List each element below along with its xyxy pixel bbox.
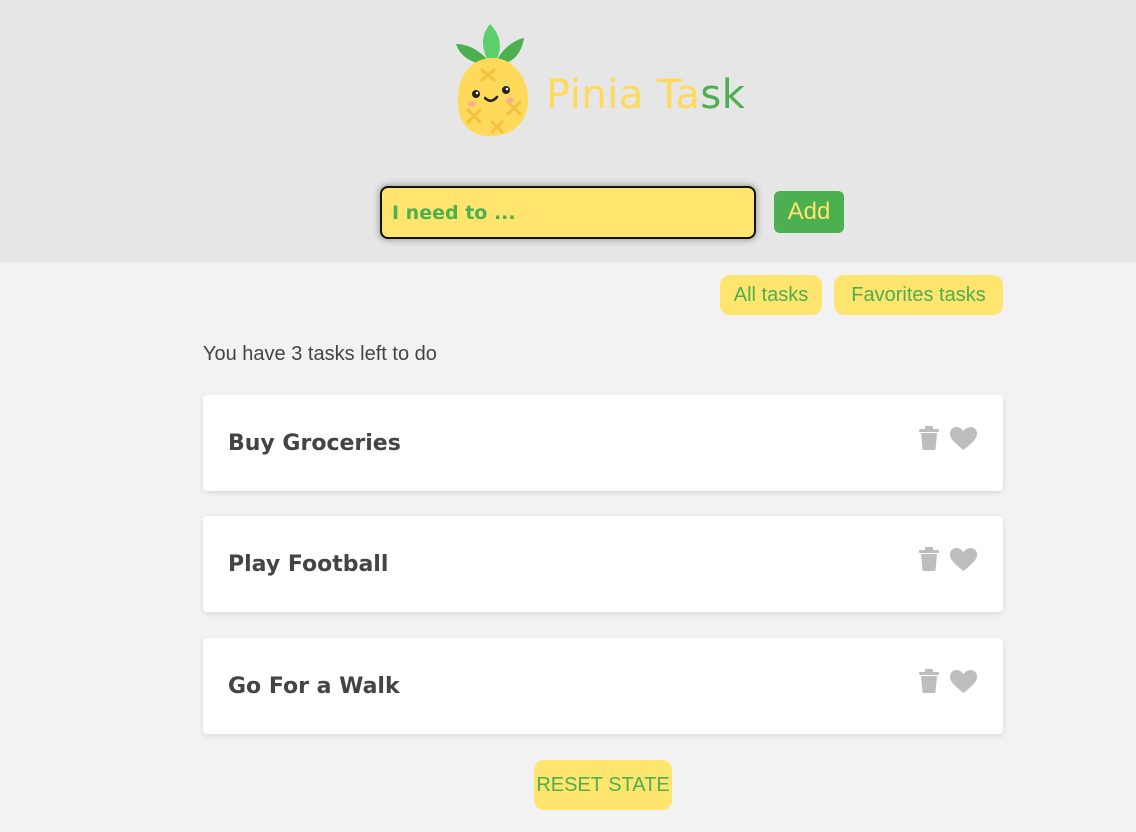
reset-state-button[interactable]: RESET STATE [534, 760, 672, 810]
app-title: Pinia Task [546, 72, 745, 118]
trash-icon[interactable] [919, 426, 939, 450]
task-title: Buy Groceries [228, 431, 401, 456]
pineapple-icon [456, 24, 529, 137]
task-title: Go For a Walk [228, 674, 400, 699]
heart-icon[interactable] [950, 548, 977, 572]
add-button[interactable]: Add [774, 191, 844, 233]
new-task-input[interactable] [380, 186, 756, 239]
all-tasks-button[interactable]: All tasks [720, 275, 822, 315]
task-title: Play Football [228, 552, 389, 577]
favorites-tasks-button[interactable]: Favorites tasks [834, 275, 1003, 315]
task-card: Buy Groceries [203, 395, 1003, 491]
heart-icon[interactable] [950, 427, 977, 451]
task-card: Go For a Walk [203, 638, 1003, 734]
trash-icon[interactable] [919, 547, 939, 571]
task-card: Play Football [203, 516, 1003, 612]
trash-icon[interactable] [919, 669, 939, 693]
heart-icon[interactable] [950, 670, 977, 694]
app-title-part2: sk [700, 72, 746, 118]
tasks-left-text: You have 3 tasks left to do [203, 343, 437, 365]
app-title-part1: Pinia Ta [546, 72, 701, 118]
app-header: Pinia Task Add [0, 0, 1136, 262]
